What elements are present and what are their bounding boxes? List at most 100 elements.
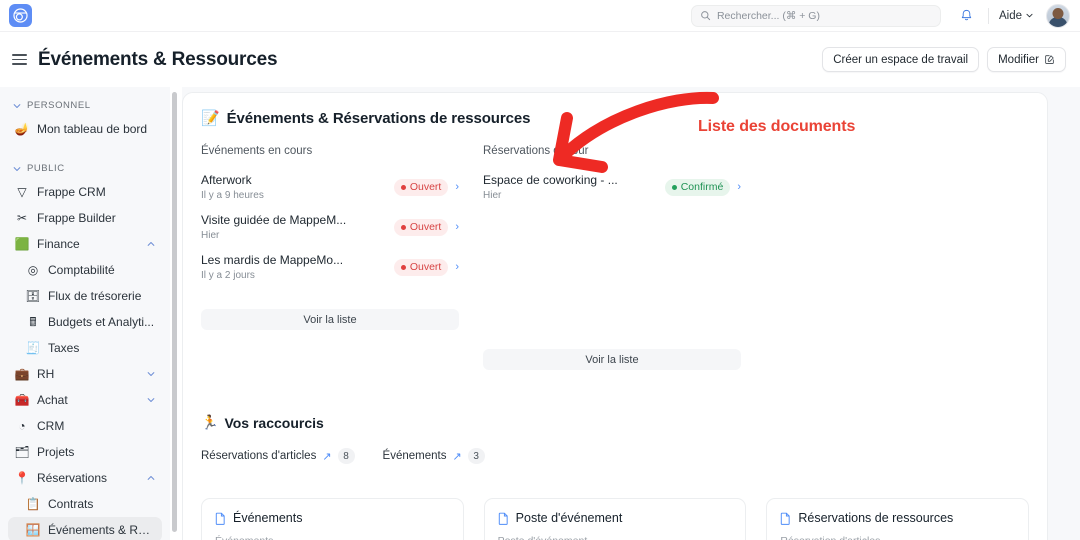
shortcut-label: Événements [382, 450, 447, 462]
sidebar-item-rh[interactable]: 💼 RH [8, 361, 162, 386]
bell-icon [962, 9, 972, 21]
chevron-right-icon[interactable]: › [737, 181, 741, 193]
sidebar-item-r-servations[interactable]: 📍 Réservations [8, 465, 162, 490]
sidebar-item-mon-tableau-de-bord[interactable]: 🪔 Mon tableau de bord [8, 116, 162, 141]
user-avatar[interactable] [1046, 3, 1070, 28]
notifications-button[interactable] [953, 3, 981, 29]
shortcuts-title: 🏃 Vos raccourcis [201, 414, 1029, 431]
sidebar-item-label: Réservations [37, 470, 108, 485]
document-card-r-servations-de-ressources[interactable]: Réservations de ressources Réservation d'… [766, 498, 1030, 540]
sidebar-item-budgets-et-analyti[interactable]: 🖩 Budgets et Analyti... [8, 309, 162, 334]
sidebar-item-label: Frappe Builder [37, 210, 116, 225]
shortcut-r-servations-d-articles[interactable]: Réservations d'articles ↗ 8 [201, 448, 355, 464]
events-see-list-button[interactable]: Voir la liste [201, 309, 459, 330]
sidebar-item-achat[interactable]: 🧰 Achat [8, 387, 162, 412]
sidebar-group-personnel[interactable]: PERSONNEL [8, 95, 162, 116]
document-card-title: Événements [215, 511, 450, 525]
shortcut-v-nements[interactable]: Événements ↗ 3 [383, 448, 485, 464]
sidebar-item-icon: 🖩 [29, 314, 37, 329]
list-item-timestamp: Hier [483, 190, 502, 201]
chevron-right-icon[interactable]: › [455, 261, 459, 273]
content-area: 📝 Événements & Réservations de ressource… [182, 87, 1080, 540]
search-placeholder: Rechercher... (⌘ + G) [716, 9, 820, 22]
sidebar-item-projets[interactable]: 🗂 Projets [8, 439, 162, 464]
sidebar-item-contrats[interactable]: 📋 Contrats [8, 491, 162, 516]
sidebar-item-icon: 📋 [25, 496, 41, 511]
hamburger-icon[interactable] [12, 54, 27, 65]
sidebar-item-taxes[interactable]: 🧾 Taxes [8, 335, 162, 360]
search-input[interactable]: Rechercher... (⌘ + G) [690, 4, 941, 27]
document-icon [781, 512, 790, 525]
chevron-down-icon [147, 371, 155, 376]
chevron-right-icon[interactable]: › [455, 181, 459, 193]
document-card-subtitle: Événements [215, 535, 450, 540]
sidebar-item-icon: ◔ [18, 418, 26, 433]
sidebar-item-frappe-crm[interactable]: ▽ Frappe CRM [8, 179, 162, 204]
list-item-title: Afterwork [201, 173, 252, 187]
sidebar-item-label: Finance [37, 236, 80, 251]
sidebar[interactable]: PERSONNEL 🪔 Mon tableau de bord PUBLIC ▽ Frap… [0, 87, 170, 540]
sidebar-item-toggle[interactable] [146, 473, 156, 483]
sidebar-item-label: Événements & Res... [48, 522, 156, 537]
list-item[interactable]: Les mardis de MappeMo... Il y a 2 jours Ou… [201, 247, 459, 287]
sidebar-group-public[interactable]: PUBLIC [8, 158, 162, 179]
search-icon [701, 11, 711, 21]
chevron-right-icon[interactable]: › [455, 221, 459, 233]
sidebar-item-label: Budgets et Analyti... [48, 314, 155, 329]
list-item-title: Visite guidée de MappeM... [201, 213, 347, 227]
sidebar-item-v-nements-res[interactable]: 🪟 Événements & Res... [8, 517, 162, 540]
sidebar-group-label: PUBLIC [27, 163, 65, 174]
sidebar-scrollbar[interactable] [172, 92, 177, 532]
page-title: Événements & Ressources [38, 48, 278, 70]
sidebar-item-label: Comptabilité [48, 262, 115, 277]
shortcut-count: 3 [467, 448, 485, 464]
frappe-logo[interactable] [9, 4, 32, 27]
sidebar-item-icon: 🗄 [25, 288, 41, 303]
list-item[interactable]: Espace de coworking - ... Hier Confirmé › [483, 167, 741, 207]
runner-icon: 🏃 [201, 414, 219, 430]
sidebar-item-toggle[interactable] [146, 239, 156, 249]
document-card-label: Réservations de ressources [798, 511, 954, 525]
document-card-v-nements[interactable]: Événements Événements [201, 498, 464, 540]
sidebar-item-toggle[interactable] [146, 369, 156, 379]
list-item-timestamp: Il y a 2 jours [201, 270, 255, 281]
top-bar-divider [987, 7, 989, 24]
list-item[interactable]: Afterwork Il y a 9 heures Ouvert › [201, 167, 459, 207]
document-card-label: Poste d'événement [515, 511, 623, 525]
list-columns: Événements en cours Afterwork Il y a 9 he… [201, 145, 1029, 370]
list-item-text: Afterwork Il y a 9 heures [201, 173, 394, 201]
help-menu[interactable]: Aide [996, 10, 1037, 22]
sidebar-item-label: Projets [37, 444, 75, 459]
sidebar-item-flux-de-tr-sorerie[interactable]: 🗄 Flux de trésorerie [8, 283, 162, 308]
sidebar-item-label: Taxes [48, 340, 80, 355]
sidebar-item-icon: ✂ [16, 210, 28, 225]
sidebar-item-icon: 📍 [14, 470, 30, 485]
status-dot [400, 184, 406, 190]
sidebar-item-icon: 🧰 [14, 392, 30, 407]
document-card-poste-d-v-nement[interactable]: Poste d'événement Poste d'événement [483, 498, 747, 540]
reservations-see-list-button[interactable]: Voir la liste [483, 349, 741, 370]
document-card-subtitle: Réservation d'articles [780, 535, 1015, 540]
sidebar-item-finance[interactable]: 🟩 Finance [8, 231, 162, 256]
chevron-down-icon [13, 166, 21, 171]
document-card-subtitle: Poste d'événement [498, 535, 733, 540]
sidebar-item-icon: 🪔 [14, 121, 30, 136]
page-header: Événements & Ressources Créer un espace … [0, 32, 1080, 87]
create-workspace-label: Créer un espace de travail [833, 53, 969, 66]
sidebar-item-comptabilit[interactable]: ◎ Comptabilité [8, 257, 162, 282]
events-column-heading: Événements en cours [201, 145, 313, 157]
edit-button[interactable]: Modifier [987, 47, 1066, 72]
status-badge: Confirmé [664, 178, 731, 196]
sidebar-item-label: Mon tableau de bord [37, 121, 148, 136]
create-workspace-button[interactable]: Créer un espace de travail [822, 47, 980, 72]
document-cards: ÉvénementsÉvénementsPoste d'événementPos… [201, 498, 1030, 540]
sidebar-item-label: Flux de trésorerie [48, 288, 142, 303]
sidebar-item-toggle[interactable] [146, 395, 156, 405]
document-icon [498, 512, 508, 525]
status-label: Ouvert [409, 261, 442, 273]
list-item[interactable]: Visite guidée de MappeM... Hier Ouvert › [201, 207, 459, 247]
status-badge: Ouvert [393, 218, 449, 236]
sidebar-item-frappe-builder[interactable]: ✂ Frappe Builder [8, 205, 162, 230]
sidebar-item-crm[interactable]: ◔ CRM [8, 413, 162, 438]
list-item-timestamp: Il y a 9 heures [201, 190, 264, 201]
